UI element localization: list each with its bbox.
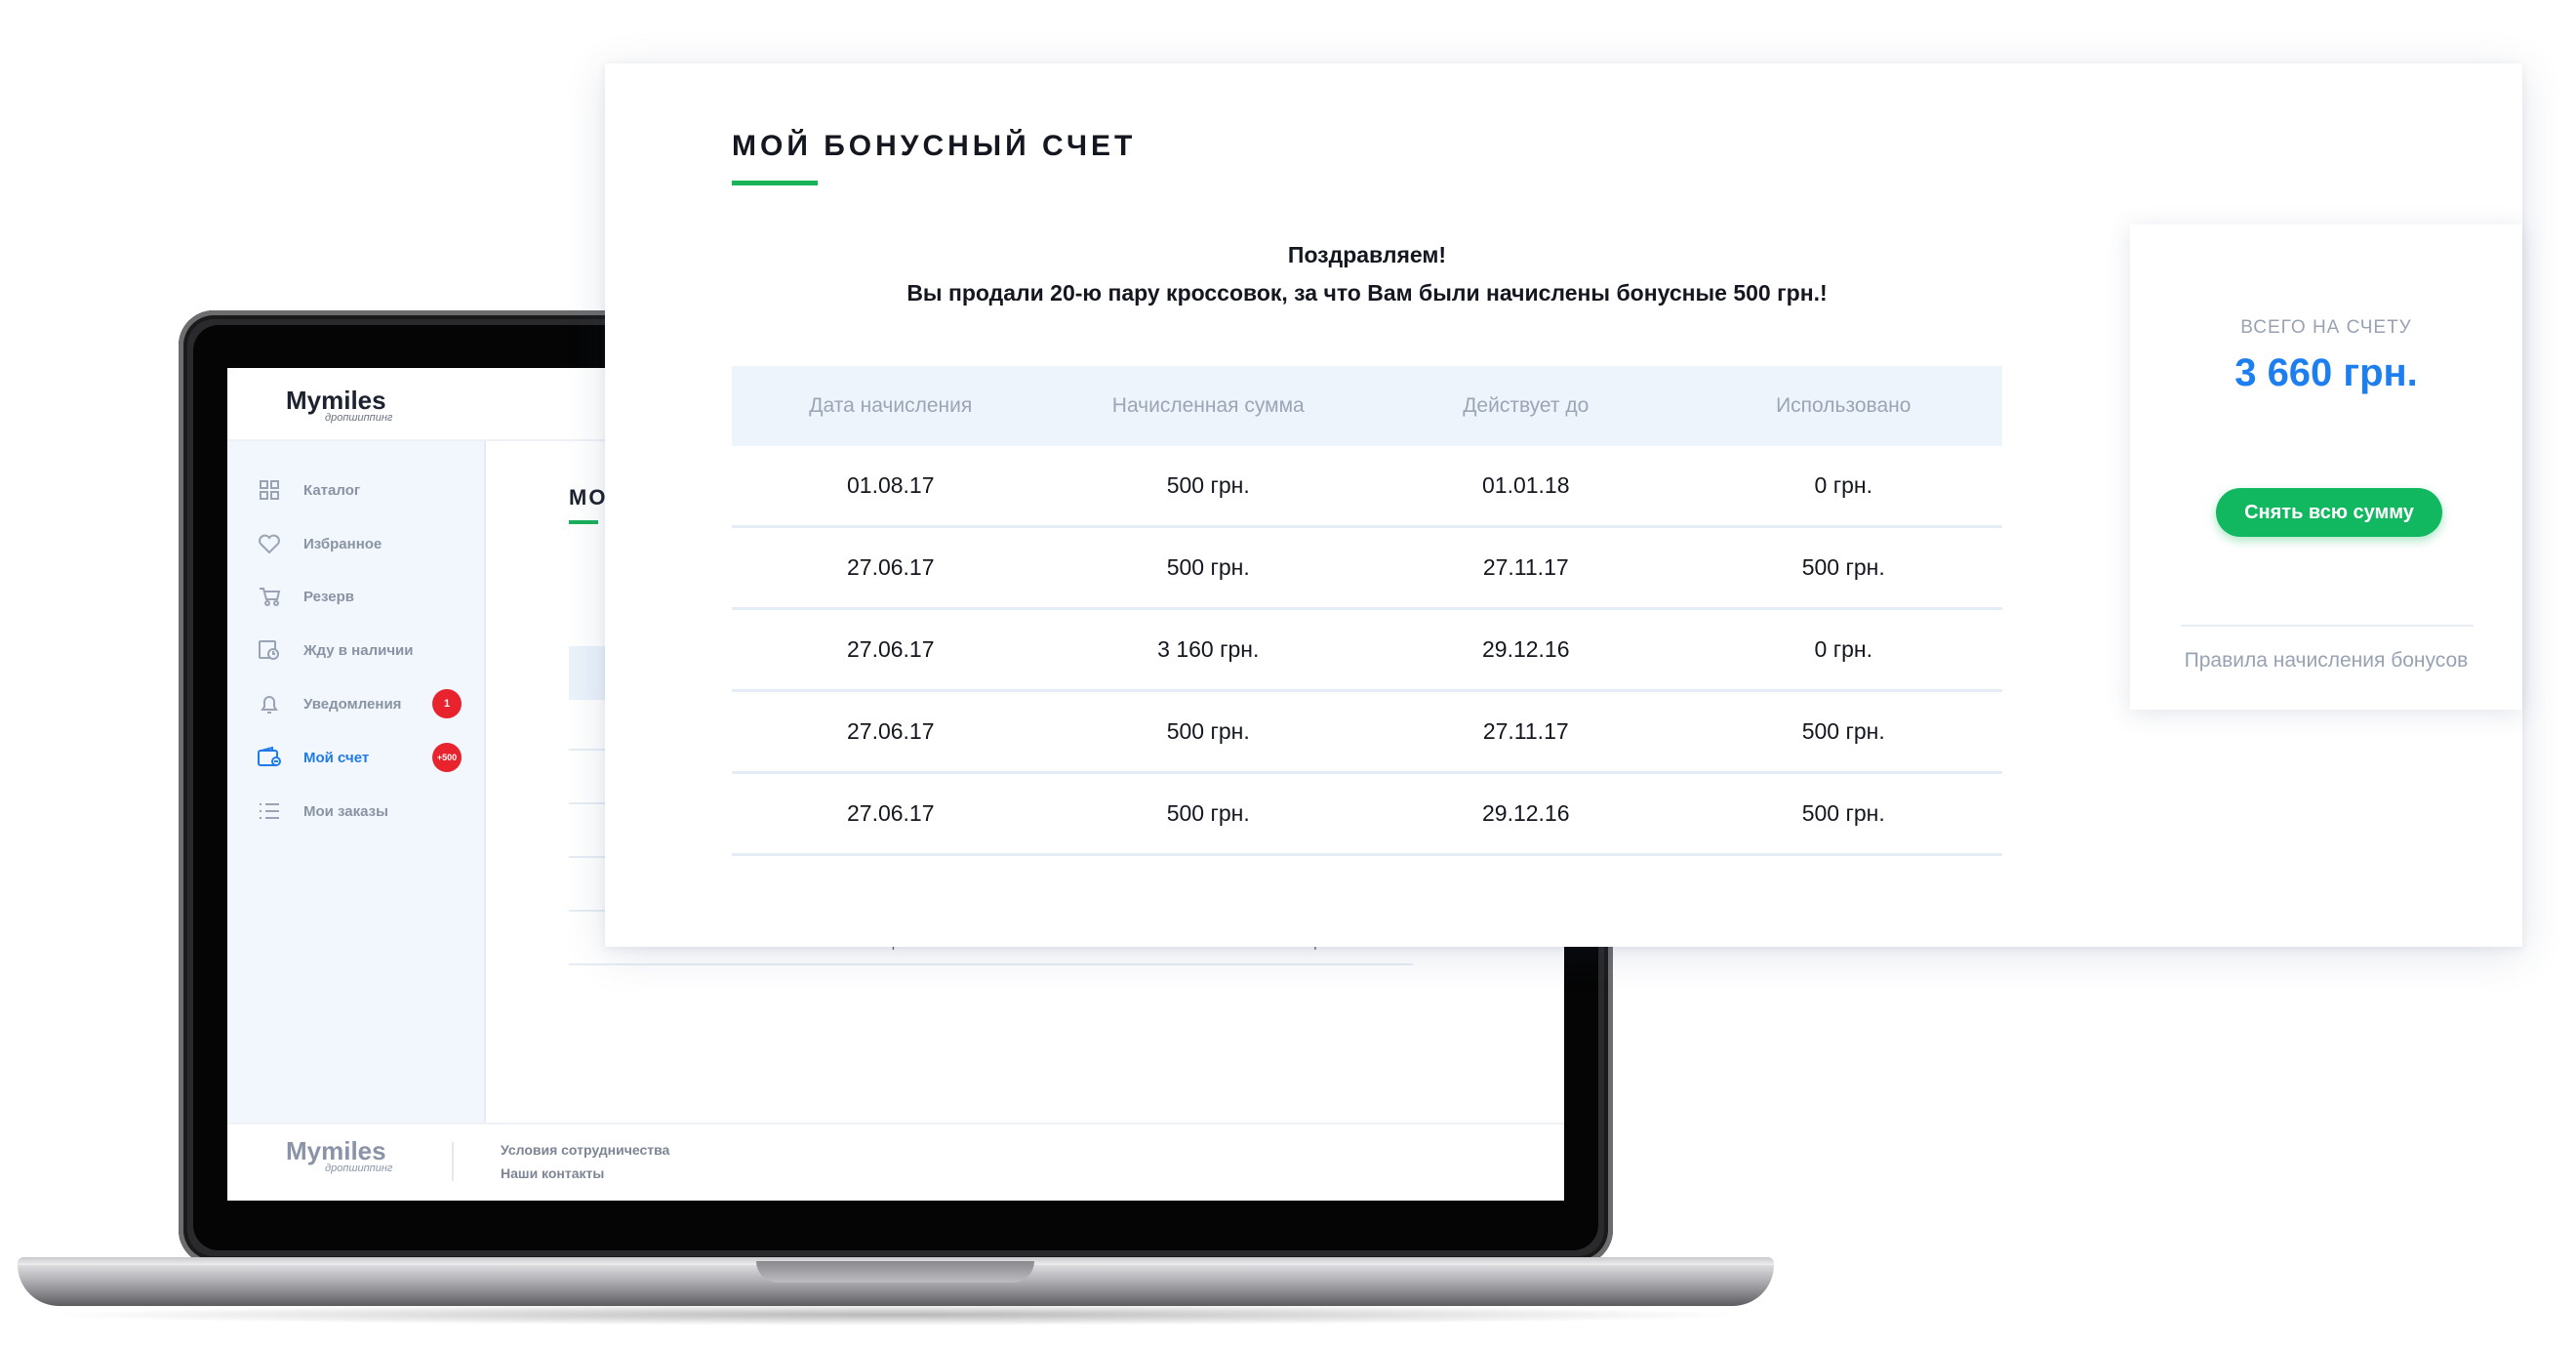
- cell-valid-until: 29.12.16: [1481, 800, 1570, 826]
- notification-badge: 1: [432, 689, 462, 718]
- site-logo[interactable]: Mymiles дропшиппинг: [286, 386, 392, 424]
- sidebar-item-my-account[interactable]: Мой счет: [257, 743, 369, 772]
- page-title: МО: [569, 485, 608, 510]
- sidebar-item-waitlist[interactable]: Жду в наличии: [257, 635, 413, 665]
- list-icon: [257, 798, 282, 824]
- footer-logo-subtitle: дропшиппинг: [325, 1163, 393, 1174]
- table-row: 27.06.17 500 грн. 27.11.17 500 грн.: [732, 692, 2002, 774]
- cell-used: 0 грн.: [1814, 636, 1872, 662]
- panel-title: МОЙ БОНУСНЫЙ СЧЕТ: [732, 130, 1137, 162]
- cell-amount: 3 160 грн.: [1157, 636, 1260, 662]
- footer-divider: [452, 1142, 454, 1181]
- sidebar-item-notifications[interactable]: Уведомления: [257, 689, 401, 718]
- sidebar-item-label: Жду в наличии: [303, 641, 414, 659]
- column-header-date: Дата начисления: [809, 394, 973, 417]
- cell-valid-until: 01.01.18: [1481, 472, 1570, 498]
- bonus-table: Дата начисления Начисленная сумма Действ…: [732, 366, 2002, 856]
- sidebar-item-label: Уведомления: [303, 695, 402, 713]
- title-underline: [569, 520, 598, 524]
- column-header-valid-until: Действует до: [1463, 394, 1590, 417]
- cell-amount: 500 грн.: [1166, 472, 1250, 498]
- site-sidebar: Каталог Избранное Резерв Жду в наличии У…: [227, 441, 486, 1122]
- bg-table-divider: [569, 963, 1413, 965]
- sidebar-item-label: Каталог: [303, 481, 361, 499]
- balance-label: ВСЕГО НА СЧЕТУ: [2240, 317, 2412, 338]
- sidebar-item-favorites[interactable]: Избранное: [257, 529, 382, 558]
- sidebar-item-orders[interactable]: Мои заказы: [257, 796, 388, 826]
- grid-icon: [257, 477, 282, 503]
- title-underline: [732, 181, 818, 185]
- sidebar-item-reserve[interactable]: Резерв: [257, 582, 354, 611]
- table-row: 27.06.17 500 грн. 29.12.16 500 грн.: [732, 774, 2002, 856]
- bonus-rules-link[interactable]: Правила начисления бонусов: [2130, 649, 2522, 673]
- withdraw-all-button[interactable]: Снять всю сумму: [2216, 488, 2442, 537]
- table-header: Дата начисления Начисленная сумма Действ…: [732, 366, 2002, 446]
- table-row: 01.08.17 500 грн. 01.01.18 0 грн.: [732, 446, 2002, 528]
- cell-amount: 500 грн.: [1166, 718, 1250, 744]
- cell-date: 27.06.17: [846, 636, 935, 662]
- clock-icon: [257, 637, 282, 663]
- cell-date: 01.08.17: [846, 472, 935, 498]
- column-header-used: Использовано: [1776, 394, 1912, 417]
- site-footer: Mymiles дропшиппинг Условия сотрудничест…: [227, 1122, 1564, 1201]
- footer-link-terms[interactable]: Условия сотрудничества: [501, 1142, 669, 1158]
- sidebar-item-label: Резерв: [303, 588, 354, 605]
- cell-used: 500 грн.: [1801, 718, 1885, 744]
- bell-icon: [257, 691, 282, 716]
- laptop-shadow: [39, 1304, 1756, 1326]
- heart-icon: [257, 531, 282, 556]
- cell-date: 27.06.17: [846, 554, 935, 580]
- sidebar-item-catalog[interactable]: Каталог: [257, 475, 360, 505]
- cell-date: 27.06.17: [846, 718, 935, 744]
- bonus-badge: +500: [432, 743, 462, 772]
- congrats-message: Вы продали 20-ю пару кроссовок, за что В…: [906, 280, 1828, 306]
- footer-link-contacts[interactable]: Наши контакты: [501, 1165, 604, 1181]
- table-row: 27.06.17 3 160 грн. 29.12.16 0 грн.: [732, 610, 2002, 692]
- cell-amount: 500 грн.: [1166, 800, 1250, 826]
- cell-valid-until: 29.12.16: [1481, 636, 1570, 662]
- footer-logo[interactable]: Mymiles дропшиппинг: [286, 1136, 392, 1174]
- congrats-heading: Поздравляем!: [1287, 242, 1447, 267]
- footer-logo-text: Mymiles: [286, 1136, 386, 1165]
- sidebar-item-label: Мой счет: [303, 749, 370, 766]
- logo-text: Mymiles: [286, 386, 386, 415]
- logo-subtitle: дропшиппинг: [325, 412, 393, 424]
- balance-amount: 3 660 грн.: [2234, 351, 2418, 394]
- cell-valid-until: 27.11.17: [1482, 554, 1569, 580]
- cart-icon: [257, 584, 282, 609]
- cell-valid-until: 27.11.17: [1482, 718, 1569, 744]
- table-row: 27.06.17 500 грн. 27.11.17 500 грн.: [732, 528, 2002, 610]
- sidebar-item-label: Мои заказы: [303, 802, 388, 820]
- card-divider: [2181, 625, 2474, 627]
- balance-card: ВСЕГО НА СЧЕТУ 3 660 грн. Снять всю сумм…: [2130, 224, 2522, 710]
- cell-used: 500 грн.: [1801, 554, 1885, 580]
- cell-date: 27.06.17: [846, 800, 935, 826]
- wallet-icon: [257, 745, 282, 770]
- cell-amount: 500 грн.: [1166, 554, 1250, 580]
- column-header-amount: Начисленная сумма: [1111, 394, 1305, 417]
- laptop-notch: [756, 1261, 1034, 1283]
- cell-used: 500 грн.: [1801, 800, 1885, 826]
- cell-used: 0 грн.: [1814, 472, 1872, 498]
- sidebar-item-label: Избранное: [303, 535, 382, 552]
